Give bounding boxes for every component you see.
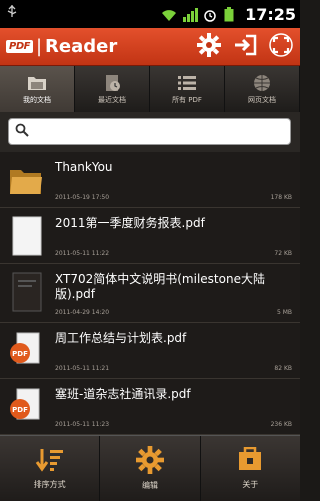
tab-all-pdf[interactable]: 所有 PDF	[150, 66, 225, 112]
tab-web-documents[interactable]: 网页文档	[225, 66, 300, 112]
signal-icon	[182, 7, 199, 22]
login-button[interactable]	[232, 34, 258, 60]
file-name: 塞班-道杂志社通讯录.pdf	[55, 387, 191, 401]
alarm-icon	[203, 7, 219, 22]
file-size: 178 KB	[270, 194, 292, 201]
document-thumbnail	[12, 216, 42, 256]
file-date: 2011-05-11 11:23	[55, 421, 110, 428]
tab-my-documents[interactable]: 我的文档	[0, 66, 75, 112]
fullscreen-button[interactable]	[268, 32, 294, 61]
logo-brand: PDF	[6, 40, 33, 53]
status-bar: 17:25	[0, 0, 300, 28]
tab-label: 所有 PDF	[172, 95, 202, 104]
file-size: 5 MB	[276, 309, 292, 316]
tab-recent-documents[interactable]: 最近文档	[75, 66, 150, 112]
file-list: ThankYou 2011-05-19 17:50 178 KB 2011第一季…	[0, 152, 300, 435]
settings-button[interactable]	[196, 32, 222, 61]
edit-label: 编辑	[141, 481, 158, 490]
wifi-icon	[161, 7, 177, 21]
pdf-file-icon: PDF	[10, 331, 42, 371]
globe-icon	[251, 74, 273, 92]
list-item[interactable]: PDF 周工作总结与计划表.pdf 2011-05-11 11:21 82 KB	[0, 323, 300, 379]
file-date: 2011-04-29 14:20	[55, 309, 110, 316]
about-icon	[236, 446, 264, 475]
svg-text:PDF: PDF	[12, 350, 28, 358]
file-date: 2011-05-11 11:21	[55, 365, 110, 372]
search-box[interactable]	[8, 118, 291, 145]
file-name: XT702简体中文说明书(milestone大陆版).pdf	[55, 272, 265, 301]
sort-button[interactable]: 排序方式	[0, 436, 101, 501]
list-item[interactable]: ThankYou 2011-05-19 17:50 178 KB	[0, 152, 300, 208]
file-size: 82 KB	[274, 365, 292, 372]
list-icon	[176, 74, 198, 92]
file-name: 周工作总结与计划表.pdf	[55, 331, 187, 345]
search-icon	[15, 122, 29, 141]
about-label: 关于	[242, 480, 259, 489]
gear-icon	[135, 446, 164, 476]
logo-separator: |	[35, 36, 43, 57]
recent-icon	[101, 74, 123, 92]
search-bar	[0, 112, 300, 152]
file-name: ThankYou	[55, 160, 113, 174]
settings-icon	[197, 32, 221, 61]
pdf-file-icon: PDF	[10, 387, 42, 427]
app-title: Reader	[45, 36, 118, 57]
list-item[interactable]: PDF 塞班-道杂志社通讯录.pdf 2011-05-11 11:23 236 …	[0, 379, 300, 435]
app-header: PDF | Reader	[0, 28, 300, 66]
status-time: 17:25	[245, 4, 296, 24]
fullscreen-icon	[269, 32, 293, 61]
list-item[interactable]: XT702简体中文说明书(milestone大陆版).pdf 2011-04-2…	[0, 264, 300, 323]
file-date: 2011-05-11 11:22	[55, 250, 110, 257]
about-button[interactable]: 关于	[201, 436, 300, 501]
document-thumbnail	[12, 272, 42, 312]
file-date: 2011-05-19 17:50	[55, 194, 110, 201]
file-name: 2011第一季度财务报表.pdf	[55, 216, 205, 230]
file-size: 72 KB	[274, 250, 292, 257]
folder-icon	[10, 160, 42, 200]
tab-label: 我的文档	[23, 95, 51, 104]
usb-icon	[6, 5, 18, 23]
svg-text:PDF: PDF	[12, 406, 28, 414]
search-input[interactable]	[33, 123, 290, 140]
file-size: 236 KB	[270, 421, 292, 428]
login-icon	[233, 33, 257, 61]
edit-button[interactable]: 编辑	[100, 436, 201, 501]
battery-icon	[224, 7, 240, 22]
tab-bar: 我的文档 最近文档 所有 PDF 网页文档	[0, 66, 300, 112]
sort-icon	[35, 447, 65, 475]
folder-icon	[26, 74, 48, 92]
tab-label: 最近文档	[98, 95, 126, 104]
bottom-toolbar: 排序方式 编辑 关于	[0, 435, 300, 501]
list-item[interactable]: 2011第一季度财务报表.pdf 2011-05-11 11:22 72 KB	[0, 208, 300, 264]
sort-label: 排序方式	[33, 480, 66, 489]
tab-label: 网页文档	[248, 95, 276, 104]
app-logo: PDF | Reader	[6, 36, 117, 57]
